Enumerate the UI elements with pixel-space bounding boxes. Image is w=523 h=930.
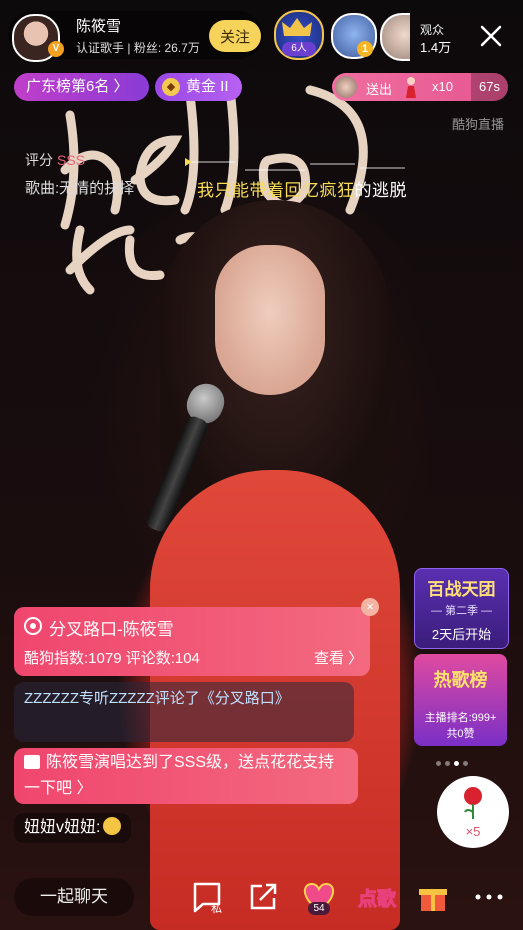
- more-icon[interactable]: [470, 878, 508, 916]
- carousel-dots: [436, 753, 486, 766]
- share-icon[interactable]: [244, 878, 282, 916]
- song-card-close-button[interactable]: ×: [361, 598, 379, 616]
- flower-count: ×5: [465, 824, 481, 839]
- live-stream-view: V 陈筱雪 认证歌手 | 粉丝: 26.7万 关注 6人 1 观众 1.4万 广…: [0, 0, 523, 930]
- gifter-avatar: [335, 76, 357, 98]
- level-badge[interactable]: ◆ 黄金 II: [155, 73, 242, 101]
- host-subtitle: 认证歌手 | 粉丝: 26.7万: [76, 41, 200, 55]
- verified-icon: V: [48, 41, 64, 57]
- send-flower-button[interactable]: ×5: [437, 776, 509, 848]
- gift-banner-label: 送出: [366, 82, 393, 97]
- gift-icon: [24, 755, 40, 769]
- guard-badge[interactable]: 6人: [274, 10, 324, 60]
- chat-input[interactable]: 一起聊天: [14, 878, 134, 916]
- host-name: 陈筱雪: [76, 18, 122, 35]
- event-banner-baizhan[interactable]: 百战天团 — 第二季 — 2天后开始: [414, 568, 509, 649]
- disc-icon: [24, 617, 42, 635]
- gem-icon: ◆: [162, 78, 180, 96]
- song-card-view-link[interactable]: 查看 〉: [314, 647, 363, 668]
- event2-likes: 共0赞: [446, 728, 475, 740]
- gift-timer: 67s: [471, 73, 508, 101]
- song-title: 歌曲:无情的抉择: [25, 180, 135, 197]
- event2-title: 热歌榜: [433, 670, 488, 690]
- guard-count: 6人: [282, 42, 316, 56]
- pk-heart-button[interactable]: 54: [296, 878, 342, 916]
- pk-count: 54: [308, 902, 330, 915]
- gift-banner[interactable]: 送出 x10 67s: [332, 73, 508, 101]
- follow-button[interactable]: 关注: [209, 20, 261, 52]
- top-viewer-avatar[interactable]: 1: [331, 13, 377, 59]
- rose-icon: [464, 787, 482, 819]
- request-song-button[interactable]: 点歌: [354, 878, 400, 916]
- score-display: 评分 SSS: [25, 152, 86, 168]
- event-season: — 第二季 —: [430, 605, 493, 617]
- svg-text:私: 私: [211, 902, 222, 915]
- event-title: 百战天团: [427, 580, 496, 599]
- audience-count: 1.4万: [420, 40, 452, 55]
- gift-box-icon[interactable]: [414, 878, 452, 916]
- request-song-icon: 点歌: [358, 887, 398, 911]
- singer-face: [215, 245, 325, 395]
- event2-rank: 主播排名:999+: [424, 712, 497, 724]
- event-status: 2天后开始: [431, 627, 492, 642]
- system-message[interactable]: 陈筱雪演唱达到了SSS级，送点花花支持一下吧 〉: [14, 748, 358, 804]
- user-message: 妞妞v妞妞:: [14, 813, 132, 843]
- song-card-title: 分叉路口-陈筱雪: [49, 620, 174, 639]
- gift-figure-icon: [406, 77, 416, 98]
- song-card[interactable]: 分叉路口-陈筱雪 酷狗指数:1079 评论数:104 查看 〉: [14, 607, 370, 676]
- watermark: 酷狗直播: [452, 117, 505, 132]
- gift-multiplier: x10: [432, 79, 453, 94]
- audience-label: 观众: [420, 23, 445, 37]
- viewer-avatar[interactable]: [380, 13, 410, 61]
- svg-text:点歌: 点歌: [358, 887, 397, 910]
- lyric-line: 我只能带着回忆疯狂的逃脱: [197, 181, 407, 200]
- event-banner-hot-songs[interactable]: 热歌榜 主播排名:999+ 共0赞: [414, 654, 507, 746]
- message-icon[interactable]: 私: [189, 878, 227, 916]
- crown-icon: [282, 18, 312, 36]
- chat-message: ZZZZZZ专听ZZZZZ评论了《分叉路口》: [14, 682, 354, 742]
- rank-badge[interactable]: 广东榜第6名 〉: [14, 73, 149, 101]
- smile-emoji-icon: [103, 817, 122, 835]
- close-icon[interactable]: [477, 22, 505, 50]
- song-card-stats: 酷狗指数:1079 评论数:104: [24, 650, 200, 667]
- score-grade: SSS: [57, 152, 86, 168]
- viewer-rank-badge: 1: [357, 41, 373, 57]
